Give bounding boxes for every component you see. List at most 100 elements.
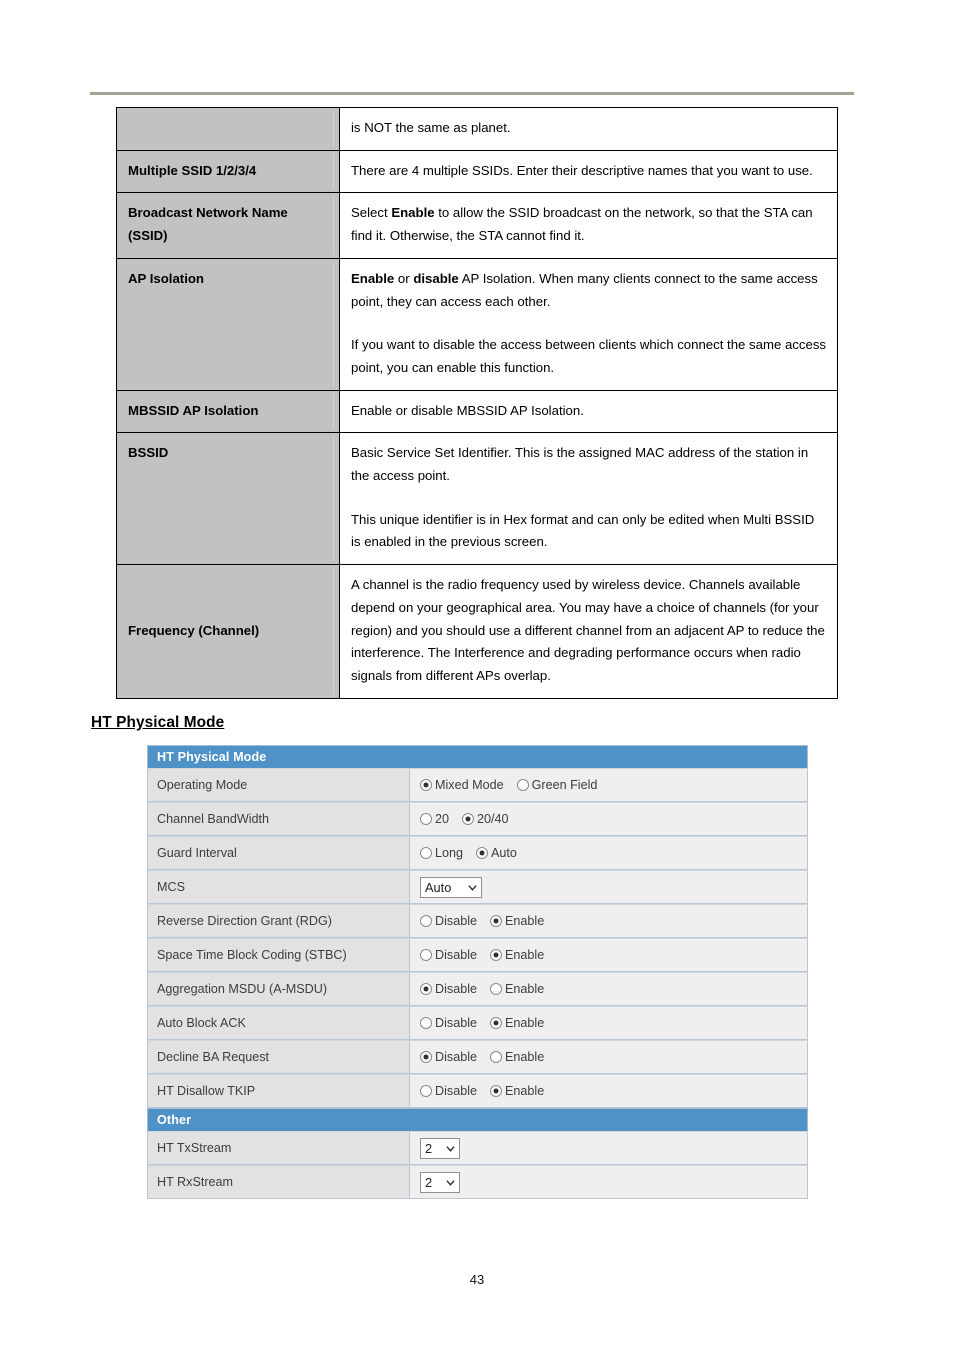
radio-option-label: Enable: [505, 1084, 545, 1098]
radio-option[interactable]: Enable: [490, 1084, 544, 1098]
radio-unselected-icon[interactable]: [490, 1051, 502, 1063]
panel-settings-rows: Operating Mode Mixed Mode Green Field Chann…: [147, 768, 808, 1108]
radio-option-label: Disable: [435, 1050, 477, 1064]
radio-option[interactable]: Disable: [420, 914, 477, 928]
radio-unselected-icon[interactable]: [420, 813, 432, 825]
radio-unselected-icon[interactable]: [420, 1085, 432, 1097]
table-body: is NOT the same as planet. Multiple SSID …: [116, 107, 838, 699]
dropdown-value: 2: [425, 1140, 433, 1156]
radio-option[interactable]: Disable: [420, 1016, 477, 1030]
radio-option[interactable]: Green Field: [516, 778, 598, 792]
setting-label: Guard Interval: [147, 836, 410, 870]
setting-label: Aggregation MSDU (A-MSDU): [147, 972, 410, 1006]
chevron-down-icon: [446, 1179, 455, 1186]
setting-row: Guard Interval Long Auto: [147, 836, 808, 870]
dropdown-select[interactable]: 2: [420, 1171, 460, 1193]
radio-option-label: Disable: [435, 914, 477, 928]
radio-option[interactable]: Disable: [420, 948, 477, 962]
radio-selected-icon[interactable]: [490, 1017, 502, 1029]
table-cell-term: AP Isolation: [116, 257, 340, 391]
radio-option[interactable]: Enable: [490, 948, 544, 962]
setting-label: HT Disallow TKIP: [147, 1074, 410, 1108]
dropdown-select[interactable]: Auto: [420, 876, 482, 898]
setting-label: Space Time Block Coding (STBC): [147, 938, 410, 972]
radio-unselected-icon[interactable]: [420, 1017, 432, 1029]
radio-unselected-icon[interactable]: [420, 915, 432, 927]
radio-option[interactable]: 20: [420, 812, 449, 826]
radio-selected-icon[interactable]: [420, 983, 432, 995]
table-row: AP Isolation Enable or disable AP Isolati…: [116, 257, 838, 391]
radio-option[interactable]: Disable: [420, 1084, 477, 1098]
body-text: Select: [351, 205, 392, 221]
setting-label: Decline BA Request: [147, 1040, 410, 1074]
setting-row: Aggregation MSDU (A-MSDU) Disable Enable: [147, 972, 808, 1006]
table-cell-description: A channel is the radio frequency used by…: [339, 564, 838, 699]
table-row: Multiple SSID 1/2/3/4 There are 4 multipl…: [116, 149, 838, 194]
radio-option[interactable]: Long: [420, 846, 463, 860]
radio-option-label: Enable: [505, 982, 545, 996]
table-cell-term: Multiple SSID 1/2/3/4: [116, 149, 340, 194]
setting-row: HT RxStream 2: [147, 1165, 808, 1199]
radio-selected-icon[interactable]: [490, 915, 502, 927]
radio-option[interactable]: Auto: [476, 846, 517, 860]
radio-unselected-icon[interactable]: [490, 983, 502, 995]
radio-selected-icon[interactable]: [462, 813, 475, 825]
radio-option[interactable]: Disable: [420, 982, 477, 996]
radio-selected-icon[interactable]: [420, 1051, 432, 1063]
chevron-down-icon: [468, 884, 477, 891]
description-paragraph: Enable or disable MBSSID AP Isolation.: [351, 400, 827, 423]
radio-unselected-icon[interactable]: [420, 949, 432, 961]
body-text: or: [394, 270, 414, 286]
body-text: This unique identifier is in Hex format …: [351, 511, 815, 550]
radio-option-label: Green Field: [531, 778, 598, 792]
radio-option[interactable]: Enable: [490, 982, 544, 996]
radio-option-label: 20: [435, 812, 450, 826]
emphasis-text: disable: [413, 270, 459, 286]
setting-row: Auto Block ACK Disable Enable: [147, 1006, 808, 1040]
radio-option[interactable]: Enable: [490, 1050, 544, 1064]
setting-value: Disable Enable: [410, 1074, 808, 1108]
setting-row: HT Disallow TKIP Disable Enable: [147, 1074, 808, 1108]
radio-selected-icon[interactable]: [490, 949, 502, 961]
radio-selected-icon[interactable]: [476, 847, 489, 859]
parameter-description-table: is NOT the same as planet. Multiple SSID …: [116, 107, 838, 699]
table-cell-description: Enable or disable MBSSID AP Isolation.: [339, 389, 838, 434]
radio-option-label: Mixed Mode: [435, 778, 504, 792]
table-row: Frequency (Channel) A channel is the radi…: [116, 564, 838, 699]
description-paragraph: A channel is the radio frequency used by…: [351, 574, 827, 688]
radio-option-label: 20/40: [477, 812, 509, 826]
setting-row: Reverse Direction Grant (RDG) Disable Enab…: [147, 904, 808, 938]
description-paragraph: If you want to disable the access betwee…: [351, 334, 827, 379]
setting-row: HT TxStream 2: [147, 1131, 808, 1165]
setting-value: 20 20/40: [410, 802, 808, 836]
description-paragraph: Enable or disable AP Isolation. When man…: [351, 268, 827, 313]
radio-selected-icon[interactable]: [490, 1085, 502, 1097]
setting-value: Disable Enable: [410, 1006, 808, 1040]
table-cell-term: [116, 107, 340, 151]
ht-physical-mode-panel: HT Physical Mode Operating Mode Mixed Mod…: [147, 745, 808, 1199]
radio-option-label: Long: [435, 846, 464, 860]
radio-option[interactable]: Disable: [420, 1050, 477, 1064]
radio-option[interactable]: Mixed Mode: [420, 778, 504, 792]
radio-unselected-icon[interactable]: [420, 847, 432, 859]
setting-label: MCS: [147, 870, 410, 904]
body-text: Enable or disable MBSSID AP Isolation.: [351, 402, 584, 418]
table-row: Broadcast Network Name (SSID) Select Enab…: [116, 192, 838, 259]
table-cell-description: Select Enable to allow the SSID broadcas…: [339, 192, 838, 259]
radio-option-label: Auto: [491, 846, 517, 860]
page-header-rule: [90, 92, 854, 95]
dropdown-select[interactable]: 2: [420, 1137, 460, 1159]
radio-option-label: Enable: [505, 948, 545, 962]
radio-option[interactable]: 20/40: [462, 812, 509, 826]
setting-row: Operating Mode Mixed Mode Green Field: [147, 768, 808, 802]
radio-option[interactable]: Enable: [490, 914, 544, 928]
radio-unselected-icon[interactable]: [516, 779, 529, 791]
body-text: Basic Service Set Identifier. This is th…: [351, 445, 809, 484]
radio-option[interactable]: Enable: [490, 1016, 544, 1030]
radio-selected-icon[interactable]: [420, 779, 432, 791]
description-paragraph: Select Enable to allow the SSID broadcas…: [351, 202, 827, 247]
table-row: BSSID Basic Service Set Identifier. This …: [116, 432, 838, 566]
setting-label: HT RxStream: [147, 1165, 410, 1199]
chevron-down-icon: [446, 1145, 455, 1152]
description-paragraph: There are 4 multiple SSIDs. Enter their …: [351, 160, 827, 183]
